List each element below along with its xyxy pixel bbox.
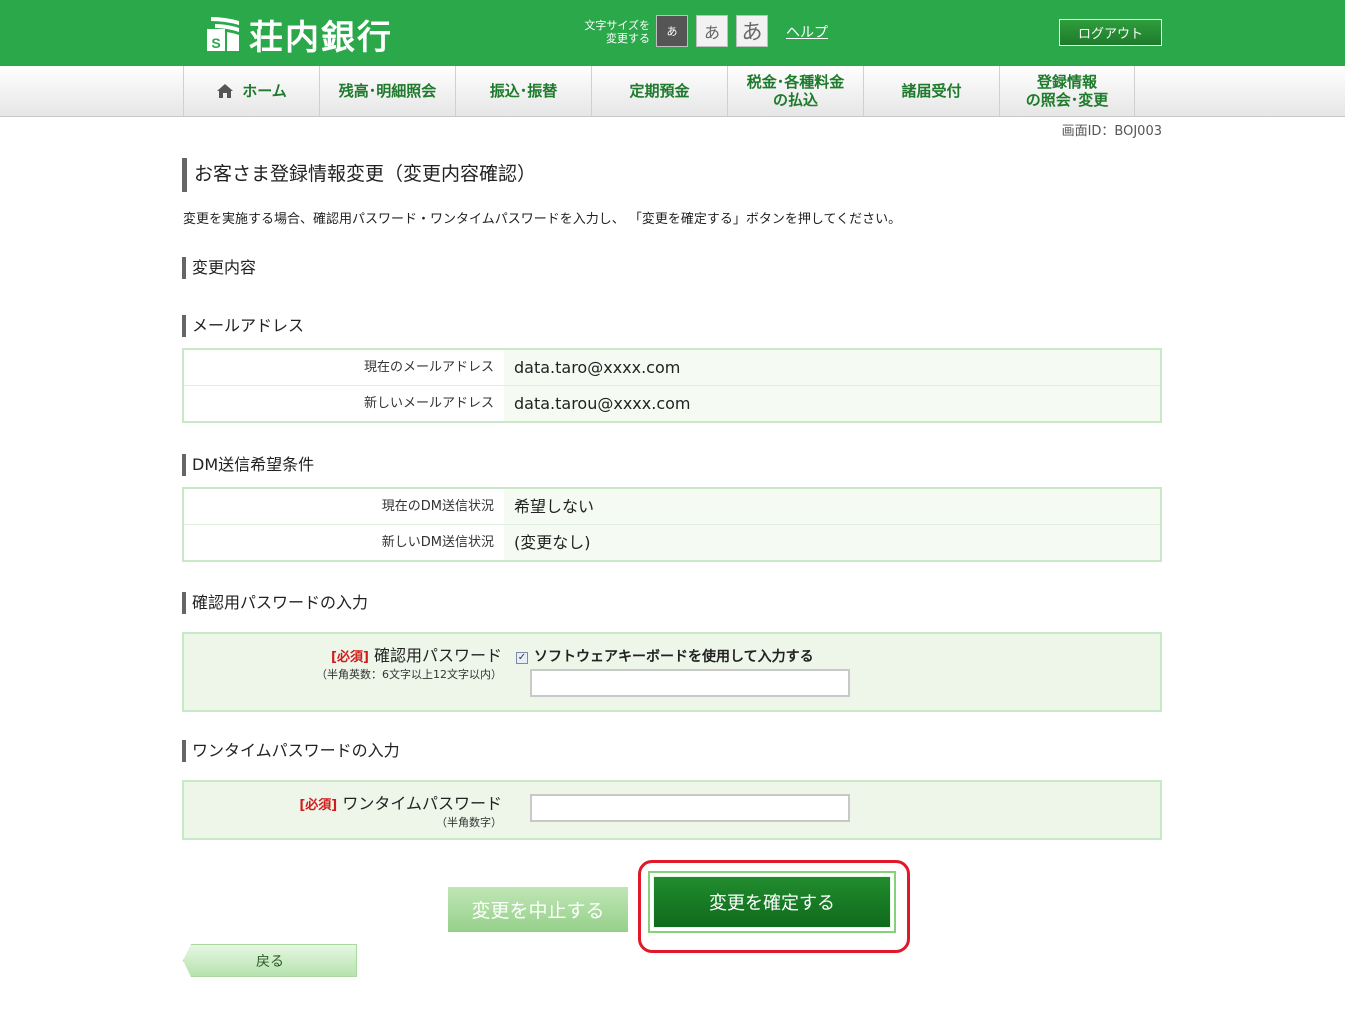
current-email-label: 現在のメールアドレス xyxy=(363,360,494,375)
confirm-password-input[interactable] xyxy=(530,669,850,697)
section-heading-dm: DM送信希望条件 xyxy=(182,454,314,476)
nav-item-time-deposit[interactable]: 定期預金 xyxy=(591,66,727,116)
nav-item-transfer[interactable]: 振込･振替 xyxy=(455,66,591,116)
logout-button[interactable]: ログアウト xyxy=(1059,19,1162,46)
new-dm-value: (変更なし) xyxy=(504,525,1160,560)
help-link[interactable]: ヘルプ xyxy=(786,22,828,42)
bank-logo[interactable]: S 荘内銀行 xyxy=(205,12,393,58)
otp-input[interactable] xyxy=(530,794,850,822)
confirm-password-box: [必須] 確認用パスワード （半角英数：6文字以上12文字以内） ✓ ソフトウェ… xyxy=(182,632,1162,712)
required-badge: [必須] xyxy=(331,650,369,665)
bank-logo-icon: S xyxy=(207,17,239,51)
nav-item-registration-info[interactable]: 登録情報 の照会･変更 xyxy=(999,66,1135,116)
table-row: 現在のメールアドレス data.taro@xxxx.com xyxy=(184,350,1160,386)
table-row: 現在のDM送信状況 希望しない xyxy=(184,489,1160,525)
nav-item-applications[interactable]: 諸届受付 xyxy=(863,66,999,116)
svg-text:S: S xyxy=(211,35,220,51)
current-email-value: data.taro@xxxx.com xyxy=(504,350,1160,385)
section-heading-confirm-password: 確認用パスワードの入力 xyxy=(182,592,368,614)
back-button[interactable]: 戻る xyxy=(183,944,357,977)
software-keyboard-label[interactable]: ソフトウェアキーボードを使用して入力する xyxy=(534,646,814,666)
font-size-small-button[interactable]: あ xyxy=(656,15,688,47)
otp-label: [必須] ワンタイムパスワード （半角数字） xyxy=(244,790,502,830)
software-keyboard-checkbox[interactable]: ✓ xyxy=(516,652,528,664)
confirm-change-label[interactable]: 変更を確定する xyxy=(653,876,891,928)
table-row: 新しいDM送信状況 (変更なし) xyxy=(184,525,1160,560)
section-heading-otp: ワンタイムパスワードの入力 xyxy=(182,740,400,762)
new-email-label: 新しいメールアドレス xyxy=(363,396,494,411)
nav-item-tax-payment[interactable]: 税金･各種料金 の払込 xyxy=(727,66,863,116)
page-title: お客さま登録情報変更（変更内容確認） xyxy=(182,158,536,192)
new-dm-label: 新しいDM送信状況 xyxy=(381,535,494,550)
dm-table: 現在のDM送信状況 希望しない 新しいDM送信状況 (変更なし) xyxy=(182,487,1162,562)
font-size-large-button[interactable]: あ xyxy=(736,15,768,47)
header-bar: S 荘内銀行 文字サイズを 変更する あ あ あ ヘルプ ログアウト xyxy=(0,0,1345,66)
home-icon xyxy=(217,84,234,98)
main-nav: ホーム 残高･明細照会 振込･振替 定期預金 税金･各種料金 の払込 諸届受付 登… xyxy=(0,66,1345,117)
font-size-label: 文字サイズを 変更する xyxy=(584,19,650,45)
cancel-change-button[interactable]: 変更を中止する xyxy=(448,887,628,932)
nav-item-home[interactable]: ホーム xyxy=(183,66,319,116)
confirm-password-label: [必須] 確認用パスワード （半角英数：6文字以上12文字以内） xyxy=(244,642,502,682)
current-dm-label: 現在のDM送信状況 xyxy=(381,499,494,514)
new-email-value: data.tarou@xxxx.com xyxy=(504,386,1160,421)
section-heading-changes: 変更内容 xyxy=(182,257,256,279)
table-row: 新しいメールアドレス data.tarou@xxxx.com xyxy=(184,386,1160,421)
page-description: 変更を実施する場合、確認用パスワード・ワンタイムパスワードを入力し、 「変更を確… xyxy=(183,212,902,227)
font-size-medium-button[interactable]: あ xyxy=(696,15,728,47)
section-heading-email: メールアドレス xyxy=(182,315,304,337)
email-table: 現在のメールアドレス data.taro@xxxx.com 新しいメールアドレス… xyxy=(182,348,1162,423)
confirm-change-button[interactable]: 変更を確定する xyxy=(648,871,896,933)
otp-note: （半角数字） xyxy=(436,816,502,829)
otp-box: [必須] ワンタイムパスワード （半角数字） xyxy=(182,780,1162,840)
current-dm-value: 希望しない xyxy=(504,489,1160,524)
required-badge: [必須] xyxy=(299,798,338,813)
screen-id: 画面ID：BOJ003 xyxy=(1061,124,1162,139)
confirm-password-note: （半角英数：6文字以上12文字以内） xyxy=(316,668,502,681)
bank-name: 荘内銀行 xyxy=(249,17,393,58)
nav-item-balance[interactable]: 残高･明細照会 xyxy=(319,66,455,116)
